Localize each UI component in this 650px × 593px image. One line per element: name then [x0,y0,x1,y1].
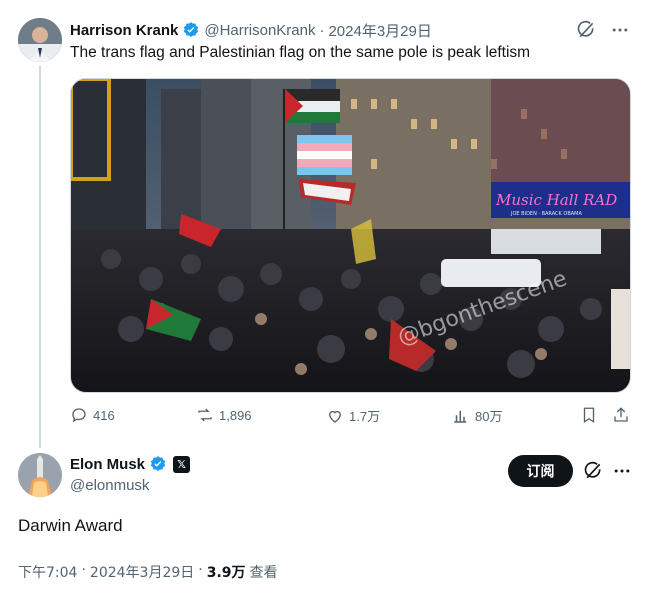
share-button[interactable] [612,406,630,424]
reply-button[interactable]: 416 [70,406,115,424]
author-handle[interactable]: @elonmusk [70,477,149,494]
avatar[interactable] [18,453,62,497]
verified-badge-icon [149,455,167,473]
thread-connector-line [39,66,41,448]
author-handle[interactable]: @HarrisonKrank [204,22,315,39]
heart-icon [329,410,341,423]
reply-icon [72,408,86,423]
author-name[interactable]: Harrison Krank [70,22,178,39]
bookmark-icon [583,407,595,424]
tweet-meta: 下午7:04 · 2024年3月29日 · 3.9万 查看 [18,562,278,582]
share-icon [614,407,628,422]
tweet-text: The trans flag and Palestinian flag on t… [70,44,531,61]
repost-count: 1,896 [219,407,252,423]
x-affiliate-badge-icon: 𝕏 [173,455,191,473]
repost-icon [198,408,212,422]
sign-text: Music Hall RAD [495,191,617,209]
separator-dot: · [198,562,203,578]
views-count: 80万 [475,409,503,424]
reply-count: 416 [93,407,115,423]
subscribe-button[interactable]: 订阅 [508,455,573,487]
views-count: 3.9万 [206,565,246,581]
like-count: 1.7万 [349,409,381,424]
like-button[interactable]: 1.7万 [326,406,380,425]
tweet-header: Harrison Krank @HarrisonKrank · 2024年3月2… [70,19,630,41]
verified-badge-icon [182,21,200,39]
tweet-date[interactable]: 2024年3月29日 [328,20,431,41]
reply-text: Darwin Award [18,516,123,535]
separator-dot: · [319,21,325,39]
reply-author-row: Elon Musk 𝕏 [70,455,191,473]
tweet-actions: 416 1,896 1.7万 80万 [70,406,631,428]
avatar[interactable] [18,18,62,62]
bookmark-button[interactable] [580,406,598,424]
header-actions [576,19,630,41]
sign-subtext: JOE BIDEN · BARACK OBAMA [510,211,582,217]
views-label: 查看 [249,565,278,581]
more-icon[interactable] [610,20,630,40]
tweet-date[interactable]: 2024年3月29日 [90,562,194,582]
views-button[interactable]: 80万 [452,406,502,425]
tweet-video[interactable]: Music Hall RAD JOE BIDEN · BARACK OBAMA [70,78,631,393]
grok-icon[interactable] [576,20,596,40]
analytics-icon [454,410,467,423]
tweet-time[interactable]: 下午7:04 [18,562,77,582]
separator-dot: · [81,562,86,578]
author-name[interactable]: Elon Musk [70,456,145,473]
more-icon[interactable] [612,461,632,481]
grok-icon[interactable] [583,461,603,481]
repost-button[interactable]: 1,896 [196,406,252,424]
